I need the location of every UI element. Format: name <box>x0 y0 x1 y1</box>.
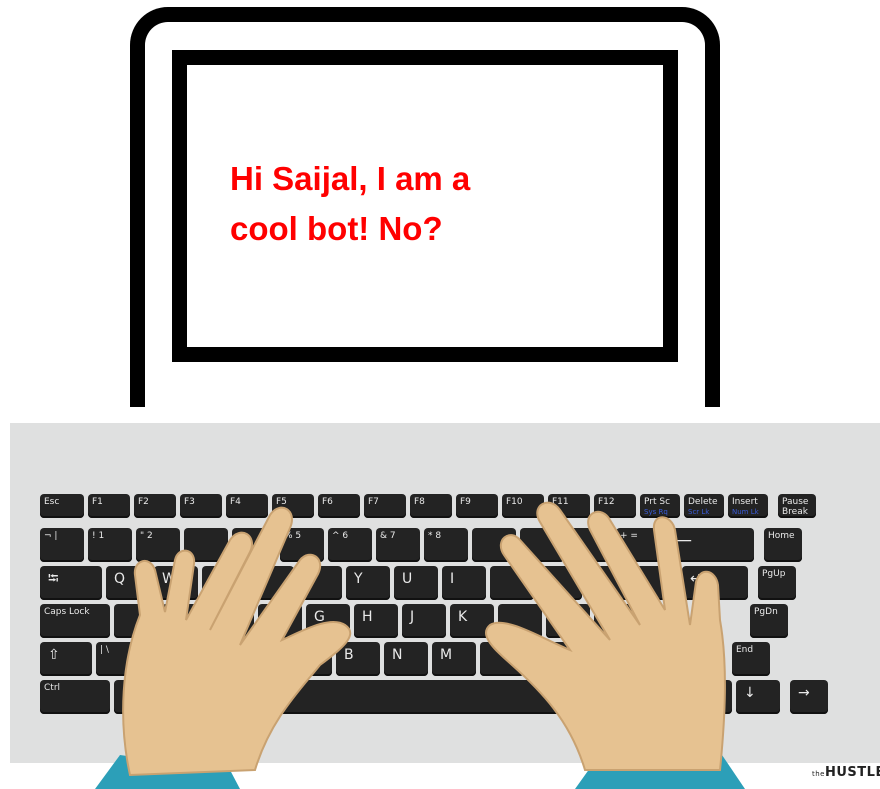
right-hand <box>485 501 726 771</box>
logo-prefix: the <box>812 770 825 778</box>
left-hand <box>122 506 352 777</box>
typing-hands-illustration <box>95 501 745 789</box>
logo-text: HUSTLE <box>825 765 880 780</box>
hustle-logo: theHUSTLE <box>812 765 880 780</box>
